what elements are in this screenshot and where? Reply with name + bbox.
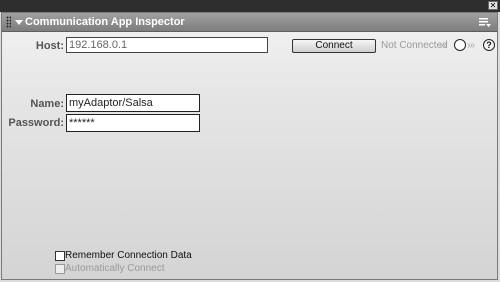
password-label: Password: [8,117,64,129]
remember-connection-checkbox[interactable] [55,251,65,261]
collapse-triangle-icon[interactable] [15,20,23,25]
gripper-icon[interactable] [6,16,11,28]
name-input[interactable] [66,94,200,112]
host-label: Host: [35,40,64,52]
panel-titlebar[interactable]: Communication App Inspector [2,13,497,32]
connection-status-text: Not Connected [381,40,448,51]
connect-button[interactable]: Connect [292,39,376,53]
name-label: Name: [30,98,64,110]
status-arrows-right: ››› [467,40,475,51]
help-icon[interactable]: ? [483,39,495,51]
status-indicator-icon [454,39,466,51]
host-input[interactable] [66,37,268,53]
password-input[interactable] [66,114,200,132]
auto-connect-checkbox[interactable] [55,264,65,274]
remember-connection-label: Remember Connection Data [65,250,192,261]
panel-title: Communication App Inspector [25,16,185,28]
window-title-strip: ✕ [0,0,500,12]
status-arrows-left: ‹‹‹ [439,40,447,51]
inspector-panel: Communication App Inspector Host: Connec… [1,12,498,280]
panel-options-icon[interactable] [479,17,491,28]
auto-connect-label: Automatically Connect [65,263,165,274]
close-icon[interactable]: ✕ [488,1,498,10]
